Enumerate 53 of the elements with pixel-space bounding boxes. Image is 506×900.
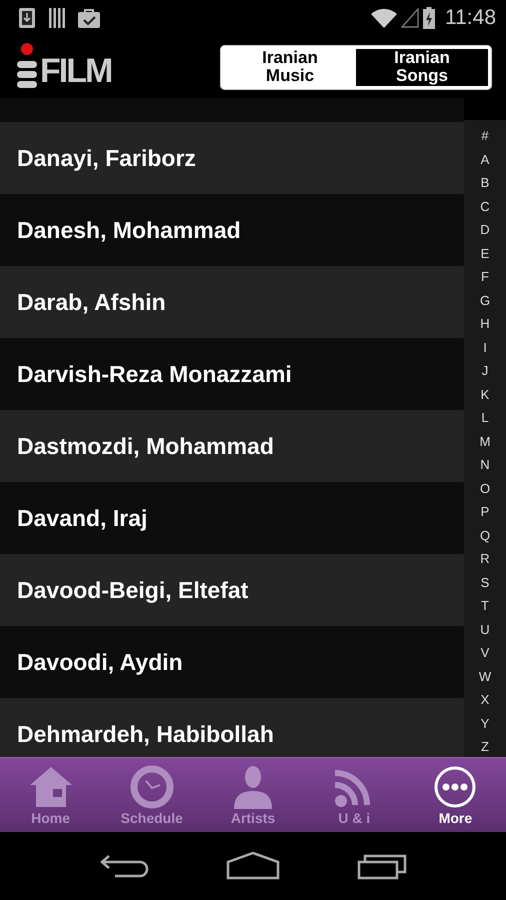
index-letter[interactable]: U [480, 618, 490, 641]
battery-icon [423, 7, 435, 29]
logo-mark-icon [16, 43, 38, 91]
bag-check-icon [78, 8, 100, 28]
index-letter[interactable]: E [480, 242, 490, 265]
recent-apps-icon[interactable] [357, 852, 408, 880]
nav-tab[interactable]: More [404, 758, 506, 832]
artist-row[interactable]: Davand, Iraj [0, 482, 464, 554]
artist-row[interactable]: Davoodi, Aydin [0, 626, 464, 698]
index-letter[interactable]: N [480, 453, 490, 476]
index-letter[interactable]: G [480, 288, 490, 312]
index-letter[interactable]: W [478, 664, 492, 688]
index-letter[interactable]: # [481, 124, 489, 148]
index-letter[interactable]: Z [481, 735, 489, 757]
back-icon[interactable] [98, 853, 149, 879]
barcode-icon [48, 8, 66, 28]
artist-row[interactable]: Dastmozdi, Mohammad [0, 410, 464, 482]
index-letter[interactable]: S [480, 570, 490, 594]
download-icon [18, 7, 36, 29]
logo-text: FILM [40, 54, 112, 91]
index-letter[interactable]: T [481, 594, 489, 618]
wifi-icon [371, 8, 397, 28]
index-letter[interactable]: Y [480, 712, 490, 735]
category-tab[interactable]: Iranian Songs [356, 48, 488, 86]
index-letter[interactable]: H [480, 312, 490, 336]
index-letter[interactable]: K [480, 382, 490, 406]
index-letter[interactable]: M [480, 430, 490, 453]
clock-icon [128, 764, 175, 808]
signal-icon [401, 8, 419, 28]
more-icon [432, 764, 478, 808]
home-icon [28, 764, 74, 808]
index-letter[interactable]: P [480, 500, 490, 524]
artist-row[interactable]: Dehmardeh, Habibollah [0, 698, 464, 757]
status-time: 11:48 [445, 6, 496, 30]
index-letter[interactable]: C [480, 194, 490, 218]
index-letter[interactable]: V [480, 641, 490, 664]
index-letter[interactable]: I [483, 336, 487, 359]
index-letter[interactable]: F [481, 265, 489, 288]
index-letter[interactable]: B [480, 171, 490, 194]
artist-row[interactable]: Danesh, Mohammad [0, 194, 464, 266]
index-letter[interactable]: X [480, 688, 490, 712]
index-letter[interactable]: L [481, 406, 489, 430]
index-letter[interactable]: R [480, 547, 490, 570]
artist-row[interactable]: Darab, Afshin [0, 266, 464, 338]
index-letter[interactable]: Q [480, 524, 490, 547]
artist-row[interactable]: Danayi, Fariborz [0, 122, 464, 194]
index-letter[interactable]: O [480, 476, 490, 500]
artist-row[interactable]: Darvish-Reza Monazzami [0, 338, 464, 410]
index-letter[interactable]: J [482, 359, 488, 382]
index-letter[interactable]: A [480, 148, 490, 171]
index-letter[interactable]: D [480, 218, 490, 242]
home-icon[interactable] [226, 852, 280, 880]
artist-row[interactable]: Davood-Beigi, Eltefat [0, 554, 464, 626]
